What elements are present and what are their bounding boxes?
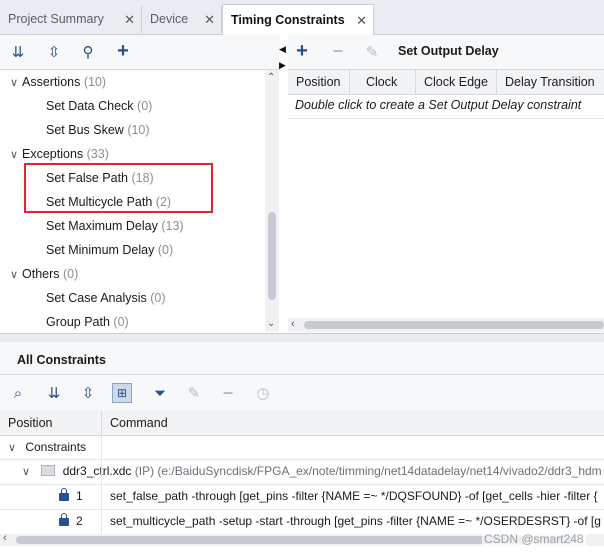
column-header-clock[interactable]: Clock xyxy=(350,70,416,94)
command-text: set_multicycle_path -setup -start -throu… xyxy=(110,514,601,528)
close-icon[interactable]: ✕ xyxy=(356,5,367,36)
all-constraints-toolbar: ⌕ ⇊ ⇳ ⊞ ⏷ ✎ − ◷ xyxy=(0,375,604,412)
remove-icon[interactable]: − xyxy=(218,383,238,403)
highlight-box xyxy=(24,163,213,213)
column-divider xyxy=(101,435,102,459)
pin-icon[interactable]: ⚲ xyxy=(78,42,98,62)
folder-icon xyxy=(41,465,56,476)
tab-bar: Project Summary ✕ Device ✕ Timing Constr… xyxy=(0,0,604,35)
constraints-table-header: Position Command xyxy=(0,411,604,436)
tree-item-set-minimum-delay[interactable]: Set Minimum Delay (0) xyxy=(46,238,173,262)
watermark: CSDN @smart248 xyxy=(482,532,586,546)
column-header-delay-transition[interactable]: Delay Transition xyxy=(497,70,604,94)
search-icon[interactable]: ⌕ xyxy=(8,383,28,403)
table-row[interactable]: 1 set_false_path -through [get_pins -fil… xyxy=(0,484,604,510)
scroll-down-icon[interactable]: ⌄ xyxy=(267,318,275,329)
chevron-down-icon[interactable]: ∨ xyxy=(10,143,22,167)
tree-item-set-data-check[interactable]: Set Data Check (0) xyxy=(46,94,152,118)
tab-project-summary[interactable]: Project Summary ✕ xyxy=(0,6,142,33)
column-header-position[interactable]: Position xyxy=(288,70,350,94)
collapse-left-arrow-icon[interactable]: ◀ xyxy=(279,44,286,55)
column-header-clock-edge[interactable]: Clock Edge xyxy=(416,70,497,94)
right-panel-hscrollbar[interactable]: ‹ xyxy=(288,318,604,332)
pane-splitter[interactable] xyxy=(0,333,604,342)
tree-toolbar: ⇊ ⇳ ⚲ + xyxy=(0,35,280,70)
column-header-command[interactable]: Command xyxy=(102,411,604,435)
all-constraints-header: All Constraints xyxy=(0,342,604,375)
output-delay-table-header: Position Clock Clock Edge Delay Transiti… xyxy=(288,70,604,95)
scroll-up-icon[interactable]: ⌃ xyxy=(267,72,275,83)
tree-group-others[interactable]: ∨ Others (0) xyxy=(10,262,78,286)
edit-pencil-icon[interactable]: ✎ xyxy=(184,383,204,403)
chevron-down-icon[interactable]: ∨ xyxy=(10,263,22,287)
expand-all-icon[interactable]: ⇳ xyxy=(78,383,98,403)
edit-pencil-icon[interactable]: ✎ xyxy=(362,42,382,62)
empty-table-hint: Double click to create a Set Output Dela… xyxy=(295,98,582,112)
add-icon[interactable]: + xyxy=(292,40,312,62)
add-icon[interactable]: + xyxy=(113,40,133,62)
tree-item-set-bus-skew[interactable]: Set Bus Skew (10) xyxy=(46,118,150,142)
column-header-position[interactable]: Position xyxy=(0,411,102,435)
chevron-down-icon[interactable]: ∨ xyxy=(10,71,22,95)
collapse-all-icon[interactable]: ⇊ xyxy=(44,383,64,403)
lock-icon xyxy=(59,513,69,526)
remove-icon[interactable]: − xyxy=(328,41,348,61)
scroll-left-icon[interactable]: ‹ xyxy=(291,318,295,330)
file-meta: (IP) (e:/BaiduSyncdisk/FPGA_ex/note/timm… xyxy=(134,464,602,478)
tree-group-constraints[interactable]: ∨ Constraints xyxy=(0,435,604,460)
tree-item-group-path[interactable]: Group Path (0) xyxy=(46,310,129,332)
output-delay-toolbar: + − ✎ Set Output Delay xyxy=(288,35,604,70)
close-icon[interactable]: ✕ xyxy=(124,6,135,33)
tree-scrollbar[interactable]: ⌃ ⌄ xyxy=(265,70,279,332)
file-name: ddr3_ctrl.xdc xyxy=(62,464,132,478)
close-icon[interactable]: ✕ xyxy=(204,6,215,33)
file-row[interactable]: ∨ ddr3_ctrl.xdc (IP) (e:/BaiduSyncdisk/F… xyxy=(0,459,604,485)
tab-timing-constraints[interactable]: Timing Constraints ✕ xyxy=(222,4,374,35)
expand-right-arrow-icon[interactable]: ▶ xyxy=(279,60,286,71)
collapse-all-icon[interactable]: ⇊ xyxy=(8,42,28,62)
tree-item-set-case-analysis[interactable]: Set Case Analysis (0) xyxy=(46,286,166,310)
chevron-down-icon[interactable]: ∨ xyxy=(22,460,34,484)
scrollbar-thumb[interactable] xyxy=(268,212,276,300)
filter-icon[interactable]: ⏷ xyxy=(150,383,170,403)
chevron-down-icon[interactable]: ∨ xyxy=(8,436,20,460)
timer-icon[interactable]: ◷ xyxy=(253,383,273,403)
column-divider xyxy=(101,459,102,534)
expand-all-icon[interactable]: ⇳ xyxy=(44,42,64,62)
scroll-left-icon[interactable]: ‹ xyxy=(3,532,7,544)
section-title: All Constraints xyxy=(17,353,106,367)
divider xyxy=(288,118,604,119)
lock-icon xyxy=(59,488,69,501)
scrollbar-thumb[interactable] xyxy=(304,321,604,329)
tree-item-set-maximum-delay[interactable]: Set Maximum Delay (13) xyxy=(46,214,184,238)
tree-group-assertions[interactable]: ∨ Assertions (10) xyxy=(10,70,106,94)
hierarchy-view-icon[interactable]: ⊞ xyxy=(112,383,132,403)
panel-title: Set Output Delay xyxy=(398,44,499,58)
command-text: set_false_path -through [get_pins -filte… xyxy=(110,489,598,503)
tab-device[interactable]: Device ✕ xyxy=(142,6,222,33)
